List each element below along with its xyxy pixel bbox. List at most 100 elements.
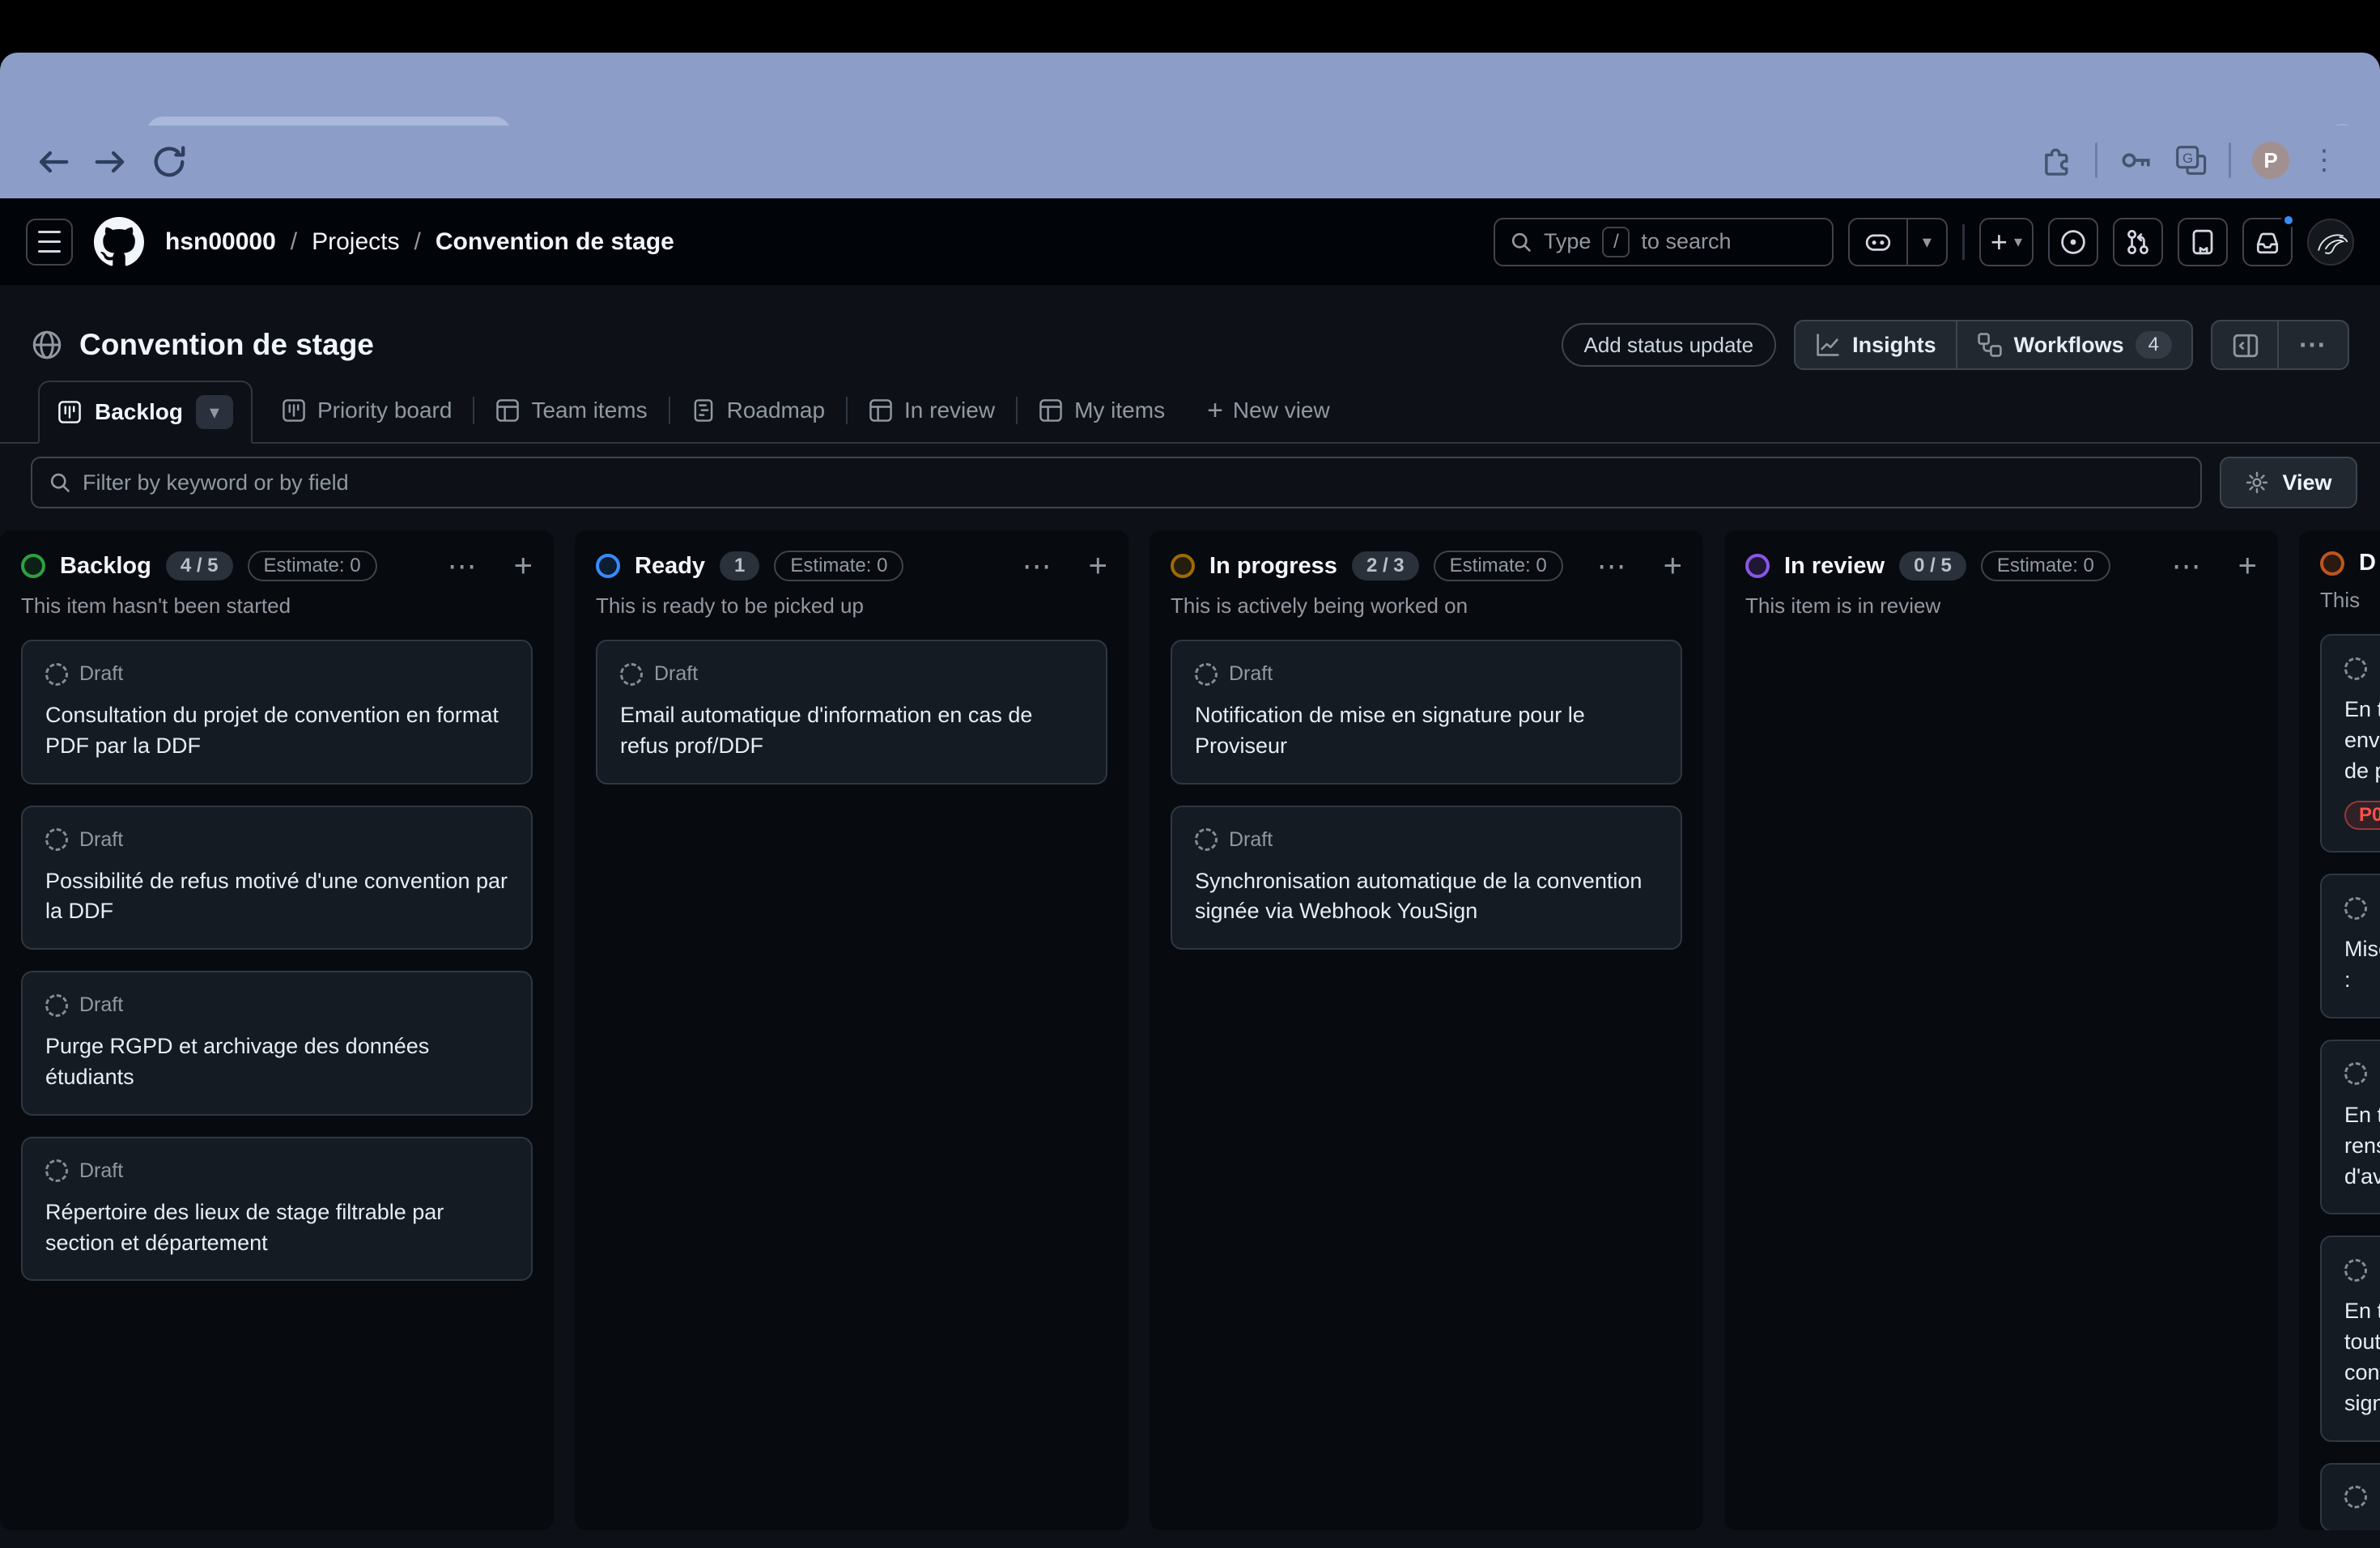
column-header: D (2320, 550, 2380, 576)
column-add-icon[interactable]: + (2238, 550, 2257, 582)
card-title: Consultation du projet de convention en … (45, 700, 508, 762)
column-menu-icon[interactable]: ⋯ (448, 551, 478, 580)
view-options-caret[interactable]: ▾ (196, 395, 233, 429)
search-icon (1510, 231, 1532, 253)
global-search-button[interactable]: Type / to search (1494, 218, 1834, 266)
caret-down-icon: ▾ (2014, 232, 2022, 252)
tab-my-items[interactable]: My items (1018, 379, 1186, 442)
workflows-button[interactable]: Workflows 4 (1956, 321, 2191, 368)
column-description: This item is in review (1745, 593, 2257, 619)
project-title: Convention de stage (79, 328, 374, 362)
insights-workflows-group: Insights Workflows 4 (1794, 320, 2193, 370)
breadcrumb-projects[interactable]: Projects (312, 228, 399, 256)
new-view-button[interactable]: + New view (1186, 395, 1351, 427)
tab-label: Roadmap (727, 398, 825, 423)
copilot-caret-icon[interactable]: ▾ (1906, 219, 1946, 265)
card-type-label: Draft (1229, 828, 1273, 852)
column-add-icon[interactable]: + (514, 550, 533, 582)
kanban-icon (282, 398, 306, 423)
add-status-update-button[interactable]: Add status update (1562, 323, 1777, 367)
tab-backlog[interactable]: Backlog ▾ (38, 381, 253, 444)
card[interactable]: D En t envi de p P0 (2320, 634, 2380, 853)
card[interactable]: Draft Notification de mise en signature … (1171, 640, 1682, 785)
user-avatar[interactable] (2307, 219, 2354, 266)
workflow-icon (1977, 332, 2003, 358)
draft-icon (620, 663, 643, 686)
copilot-icon[interactable] (1850, 219, 1906, 265)
card-title: Purge RGPD et archivage des données étud… (45, 1031, 508, 1093)
card-type-label: Draft (1229, 662, 1273, 686)
card[interactable]: D En t rens d'av (2320, 1040, 2380, 1214)
password-key-icon[interactable] (2119, 143, 2153, 177)
issues-button[interactable] (2048, 218, 2098, 266)
pull-requests-button[interactable] (2113, 218, 2163, 266)
column-add-icon[interactable]: + (1664, 550, 1682, 582)
column-count-badge: 2 / 3 (1352, 551, 1419, 580)
column-count-badge: 4 / 5 (166, 551, 233, 580)
breadcrumb-user[interactable]: hsn00000 (165, 228, 276, 256)
card[interactable]: Draft Email automatique d'information en… (596, 640, 1107, 785)
status-dot-backlog (21, 554, 45, 578)
card[interactable]: Draft Possibilité de refus motivé d'une … (21, 806, 533, 950)
status-dot-done (2320, 551, 2344, 576)
draft-icon (2344, 1259, 2367, 1282)
reload-button[interactable] (149, 142, 189, 182)
card[interactable]: Draft Répertoire des lieux de stage filt… (21, 1137, 533, 1282)
hamburger-menu-button[interactable] (26, 219, 73, 266)
roadmap-icon (691, 398, 716, 423)
side-panel-button[interactable] (2212, 321, 2277, 368)
tab-roadmap[interactable]: Roadmap (670, 379, 846, 442)
column-count-badge: 1 (720, 551, 759, 580)
column-name: In progress (1209, 553, 1337, 580)
breadcrumb-current: Convention de stage (436, 228, 674, 256)
browser-titlebar: Backlog · Convention de stag × + ⌄ (0, 53, 2380, 125)
card[interactable]: D En t tout conv sign (2320, 1235, 2380, 1441)
copilot-button[interactable]: ▾ (1848, 218, 1948, 266)
card[interactable]: D (2320, 1463, 2380, 1530)
card-list: Draft Notification de mise en signature … (1171, 640, 1682, 950)
column-description: This is ready to be picked up (596, 593, 1107, 619)
table-icon (869, 398, 893, 423)
browser-menu-icon[interactable]: ⋮ (2310, 144, 2338, 176)
browser-profile-avatar[interactable]: P (2252, 142, 2289, 179)
tab-in-review[interactable]: In review (848, 379, 1016, 442)
card[interactable]: Draft Purge RGPD et archivage des donnée… (21, 971, 533, 1116)
translate-icon[interactable]: G (2174, 143, 2208, 177)
draft-icon (2344, 1486, 2367, 1508)
create-new-button[interactable]: + ▾ (1979, 218, 2034, 266)
column-estimate-badge: Estimate: 0 (774, 551, 903, 581)
table-icon (495, 398, 520, 423)
column-menu-icon[interactable]: ⋯ (2172, 551, 2203, 580)
saved-items-button[interactable] (2178, 218, 2228, 266)
column-name: D (2359, 550, 2376, 576)
column-name: Backlog (60, 553, 151, 580)
extensions-puzzle-icon[interactable] (2040, 143, 2074, 177)
view-settings-button[interactable]: View (2220, 457, 2357, 508)
notifications-button[interactable] (2242, 218, 2293, 266)
tab-label: Team items (531, 398, 647, 423)
gear-icon (2245, 470, 2269, 495)
draft-icon (1195, 663, 1218, 686)
draft-icon (45, 828, 68, 851)
project-page: Convention de stage Add status update In… (0, 285, 2380, 1548)
forward-button[interactable] (91, 142, 131, 182)
column-add-icon[interactable]: + (1089, 550, 1107, 582)
view-tabs: Backlog ▾ Priority board Team items (0, 381, 2380, 444)
card[interactable]: Draft Consultation du projet de conventi… (21, 640, 533, 785)
column-menu-icon[interactable]: ⋯ (1597, 551, 1628, 580)
project-menu-button[interactable]: ⋯ (2277, 321, 2348, 368)
card-type-label: Draft (79, 1159, 123, 1183)
tab-team-items[interactable]: Team items (474, 379, 668, 442)
back-button[interactable] (32, 142, 73, 182)
card[interactable]: Draft Synchronisation automatique de la … (1171, 806, 1682, 950)
column-in-review: In review 0 / 5 Estimate: 0 ⋯ + This ite… (1724, 530, 2278, 1530)
insights-button[interactable]: Insights (1796, 321, 1956, 368)
card[interactable]: D Mise : (2320, 874, 2380, 1019)
filter-input[interactable] (83, 470, 2184, 495)
column-menu-icon[interactable]: ⋯ (1022, 551, 1053, 580)
column-ready: Ready 1 Estimate: 0 ⋯ + This is ready to… (575, 530, 1128, 1530)
git-pull-request-icon (2124, 228, 2152, 256)
github-logo[interactable] (94, 217, 144, 267)
tab-priority-board[interactable]: Priority board (261, 379, 474, 442)
toolbar-divider (2095, 142, 2097, 178)
